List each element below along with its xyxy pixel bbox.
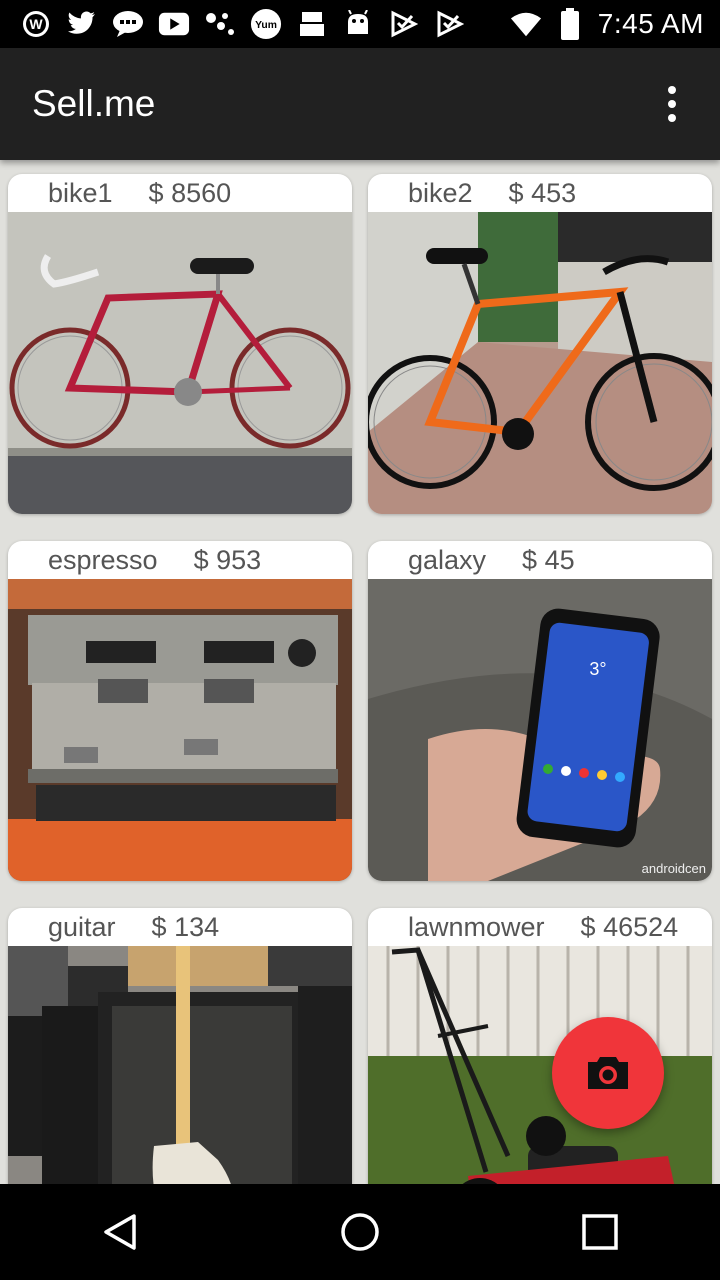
listing-photo (8, 579, 352, 881)
card-header: galaxy $ 45 (368, 541, 712, 579)
listing-card[interactable]: lawnmower $ 46524 (368, 908, 712, 1184)
listing-card[interactable]: guitar $ 134 (8, 908, 352, 1184)
twitter-icon (66, 8, 98, 40)
app-bar: Sell.me (0, 48, 720, 160)
yum-icon: Yum (250, 8, 282, 40)
app-title: Sell.me (32, 83, 156, 124)
listing-name: bike2 (408, 177, 473, 208)
listing-price: $ 8560 (148, 177, 232, 208)
listing-name: lawnmower (408, 911, 545, 942)
card-header: bike1 $ 8560 (8, 174, 352, 212)
listing-price: $ 46524 (580, 911, 679, 942)
navigation-bar (0, 1184, 720, 1280)
card-header: bike2 $ 453 (368, 174, 712, 212)
listing-card[interactable]: bike1 $ 8560 (8, 174, 352, 514)
recents-icon[interactable] (560, 1192, 640, 1272)
camera-icon (588, 1057, 628, 1089)
listing-price: $ 45 (522, 544, 575, 575)
more-vert-icon[interactable] (652, 84, 692, 124)
status-time: 7:45 AM (597, 8, 704, 39)
home-icon[interactable] (320, 1192, 400, 1272)
battery-icon (554, 8, 586, 40)
listing-name: galaxy (408, 544, 487, 575)
listing-card[interactable]: espresso $ 953 (8, 541, 352, 881)
listing-price: $ 453 (508, 177, 577, 208)
dots-icon (204, 8, 236, 40)
card-header: guitar $ 134 (8, 908, 352, 946)
listing-name: espresso (48, 544, 158, 575)
svg-text:W: W (29, 16, 43, 32)
wordpress-icon: W (20, 8, 52, 40)
listing-name: bike1 (48, 177, 113, 208)
svg-text:Yum: Yum (255, 20, 277, 31)
listing-name: guitar (48, 911, 116, 942)
youtube-icon (158, 8, 190, 40)
card-header: lawnmower $ 46524 (368, 908, 712, 946)
listing-price: $ 134 (151, 911, 220, 942)
status-bar: W Yum 7:45 AM (0, 0, 720, 48)
toolbox-icon (296, 8, 328, 40)
listing-card[interactable]: bike2 $ 453 (368, 174, 712, 514)
check-icon (434, 8, 466, 40)
listing-photo (8, 212, 352, 514)
android-icon (342, 8, 374, 40)
notification-icons: W Yum (0, 0, 466, 48)
phone-clock: 3° (589, 659, 606, 679)
listing-card[interactable]: galaxy $ 45 3° androidcen (368, 541, 712, 881)
wifi-icon (510, 8, 542, 40)
listing-photo (8, 946, 352, 1184)
listing-photo: 3° androidcen (368, 579, 712, 881)
card-header: espresso $ 953 (8, 541, 352, 579)
check-icon (388, 8, 420, 40)
listing-photo (368, 212, 712, 514)
back-icon[interactable] (80, 1192, 160, 1272)
chat-icon (112, 8, 144, 40)
camera-fab[interactable] (552, 1017, 664, 1129)
listing-price: $ 953 (193, 544, 262, 575)
photo-watermark: androidcen (642, 861, 706, 876)
